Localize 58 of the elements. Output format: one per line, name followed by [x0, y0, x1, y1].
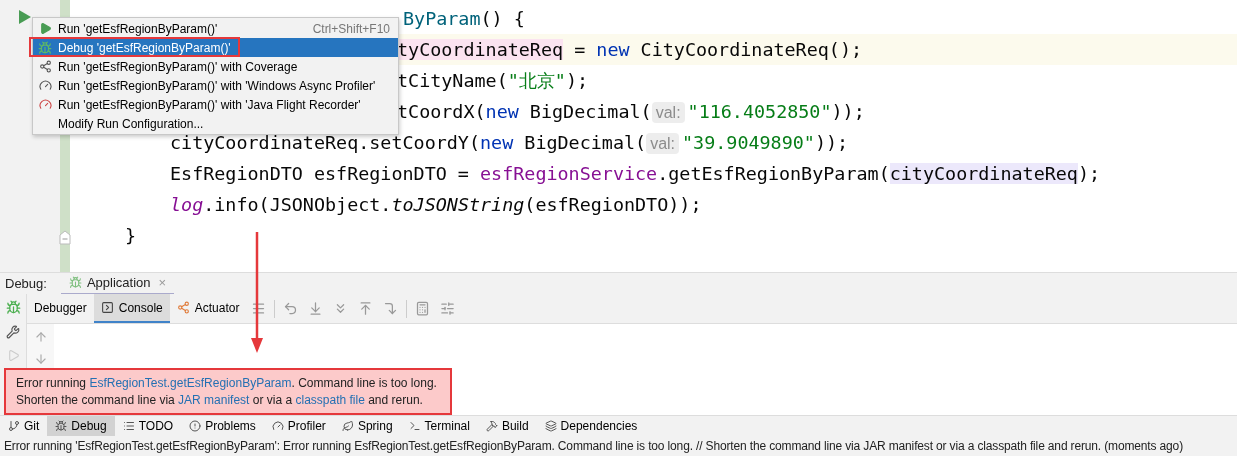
list-icon: [122, 420, 135, 432]
hammer-icon: [485, 420, 498, 432]
sliders-icon[interactable]: [440, 301, 456, 316]
resume-icon[interactable]: [6, 349, 20, 362]
play-icon: [38, 22, 52, 35]
gauge-icon: [38, 98, 52, 111]
branch-icon: [8, 420, 20, 432]
gauge-icon: [38, 79, 52, 92]
actuator-icon: [176, 301, 190, 314]
bug-icon: [38, 40, 52, 55]
code-line: EsfRegionDTO esfRegionDTO = esfRegionService.getEsfRegionByParam(cityCoordinateReq);: [170, 163, 1101, 184]
code-line: }: [125, 225, 137, 246]
menu-icon[interactable]: [251, 301, 267, 316]
tool-window-tab[interactable]: Git: [0, 416, 48, 436]
gauge-icon: [271, 420, 284, 432]
tool-window-tab[interactable]: Dependencies: [536, 416, 646, 436]
tool-window-tab[interactable]: Problems: [181, 416, 264, 436]
tool-window-tab[interactable]: Debug: [47, 416, 115, 436]
layers-icon: [544, 420, 557, 432]
menu-item[interactable]: Run 'getEsfRegionByParam()' with 'Windows Async Profiler': [33, 76, 398, 95]
fold-icon[interactable]: [59, 230, 71, 245]
console-icon: [100, 301, 114, 314]
coverage-icon: [38, 60, 52, 73]
run-to-cursor-icon[interactable]: [383, 301, 399, 316]
bug-icon[interactable]: [5, 300, 21, 315]
shortcut-text: Ctrl+Shift+F10: [312, 21, 390, 36]
tool-window-tab[interactable]: Spring: [333, 416, 401, 436]
code-line: tCityName("北京");: [397, 70, 589, 91]
code-line: cityCoordinateReq.setCoordY(new BigDecimal( val: "39.9049890"));: [170, 132, 849, 153]
alert-icon: [189, 420, 202, 432]
tool-window-tab[interactable]: Terminal: [400, 416, 478, 436]
status-text: Error running 'EsfRegionTest.getEsfRegionByParam': Error running EsfRegionTest.getEsfRegionByParam. Command line is too long. // Shorten the command line via JAR manifest or via a classpath file and rerun. (moments ago): [0, 436, 1237, 456]
code-line: tCoordX(new BigDecimal( val: "116.4052850"));: [397, 101, 865, 122]
bug-icon: [68, 276, 82, 289]
menu-item[interactable]: Modify Run Configuration...: [33, 114, 398, 133]
terminal-icon: [408, 420, 421, 432]
run-icon[interactable]: [18, 9, 32, 25]
menu-item[interactable]: Run 'getEsfRegionByParam()' Ctrl+Shift+F10: [33, 19, 398, 38]
error-message: Error running EsfRegionTest.getEsfRegionByParam. Command line is too long.: [16, 376, 438, 390]
panel-tab[interactable]: Debugger: [27, 294, 94, 323]
tool-window-tab[interactable]: TODO: [114, 416, 182, 436]
panel-tab[interactable]: Actuator: [169, 294, 247, 323]
calculator-icon[interactable]: [415, 301, 431, 316]
step-over-icon[interactable]: [283, 301, 299, 316]
bug-icon: [55, 420, 68, 432]
tool-window-tab[interactable]: Build: [477, 416, 537, 436]
leaf-icon: [341, 420, 354, 432]
wrench-icon[interactable]: [6, 325, 20, 339]
tool-window-tab[interactable]: Profiler: [263, 416, 334, 436]
panel-tab[interactable]: Console: [93, 294, 170, 323]
link[interactable]: JAR manifest: [178, 393, 250, 407]
link[interactable]: classpath file: [295, 393, 365, 407]
error-message: Shorten the command line via JAR manifest or via a classpath file and rerun.: [16, 393, 424, 407]
code-line: ByParam() {: [403, 8, 525, 29]
code-line: log.info(JSONObject.toJSONString(esfRegionDTO));: [170, 194, 702, 215]
menu-item[interactable]: Run 'getEsfRegionByParam()' with Coverage: [33, 57, 398, 76]
panel-label: Debug:: [5, 276, 47, 291]
menu-item[interactable]: Run 'getEsfRegionByParam()' with 'Java Flight Recorder': [33, 95, 398, 114]
